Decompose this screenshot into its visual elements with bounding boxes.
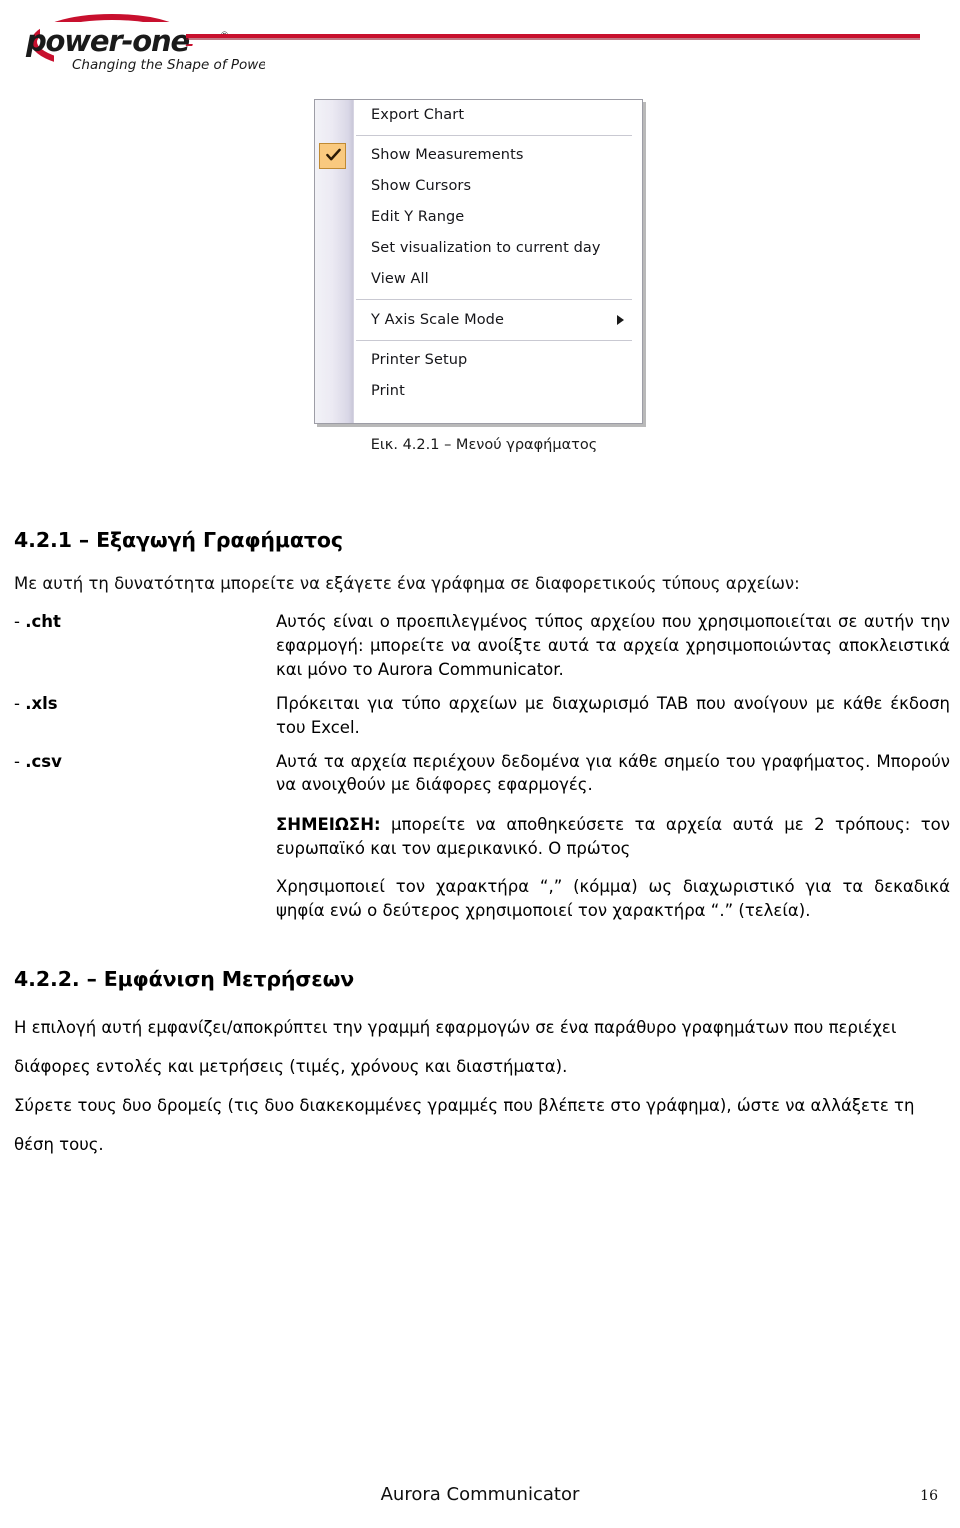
menu-item-print[interactable]: Print [354,376,642,407]
definition-description-cht: Αυτός είναι ο προεπιλεγμένος τύπος αρχεί… [276,611,950,679]
menu-item-export-chart[interactable]: Export Chart [354,100,642,131]
file-extension-label: .csv [25,751,62,771]
menu-item-list: Export Chart Show Measurements Show Curs… [354,100,642,423]
document-content: 4.2.1 – Εξαγωγή Γραφήματος Με αυτή τη δυ… [14,528,950,1167]
menu-item-set-visualization-to-current-day[interactable]: Set visualization to current day [354,233,642,264]
note-block: ΣΗΜΕΙΩΣΗ: μπορείτε να αποθηκεύσετε τα αρ… [276,813,950,923]
definition-description-xls: Πρόκειται για τύπο αρχείων με διαχωρισμό… [276,693,950,737]
file-type-definition-list: - .cht Αυτός είναι ο προεπιλεγμένος τύπο… [14,610,950,923]
footer-page-number: 16 [920,1488,938,1504]
menu-icon-gutter [315,100,354,423]
note-label: ΣΗΜΕΙΩΣΗ: [276,815,381,835]
menu-item-label: Export Chart [371,107,465,123]
menu-item-label: Show Measurements [371,147,524,163]
file-extension-label: .cht [25,611,61,631]
chevron-right-icon [617,315,624,325]
list-marker: - [14,693,20,713]
note-paragraph-1: ΣΗΜΕΙΩΣΗ: μπορείτε να αποθηκεύσετε τα αρ… [276,813,950,861]
show-measurements-checkbox[interactable] [319,143,346,169]
section-422-paragraph-2: διάφορες εντολές και μετρήσεις (τιμές, χ… [14,1057,568,1077]
checkmark-icon [326,148,341,161]
section-422-paragraph-3: Σύρετε τους δυο δρομείς (τις δυο διακεκο… [14,1096,915,1116]
section-heading-422: 4.2.2. – Εμφάνιση Μετρήσεων [14,967,355,992]
section-heading-421: 4.2.1 – Εξαγωγή Γραφήματος [14,528,343,552]
menu-item-label: Show Cursors [371,178,472,194]
logo-wordmark: power-one [25,24,189,58]
chart-context-menu-figure: Export Chart Show Measurements Show Curs… [314,99,646,427]
menu-item-edit-y-range[interactable]: Edit Y Range [354,202,642,233]
definition-row-xls: - .xls Πρόκειται για τύπο αρχείων με δια… [14,692,950,740]
list-marker: - [14,611,20,631]
menu-item-label: Set visualization to current day [371,240,601,256]
menu-item-y-axis-scale-mode[interactable]: Y Axis Scale Mode [354,304,642,336]
definition-term-cht: - .cht [14,610,276,634]
menu-item-label: Print [371,383,405,399]
header-rule-shadow [186,38,920,40]
page-footer: Aurora Communicator 16 [0,1484,960,1514]
note-paragraph-2: Χρησιμοποιεί τον χαρακτήρα “,” (κόμμα) ω… [276,877,950,921]
power-one-logo: power-one ® Changing the Shape of Power [20,12,265,74]
figure-caption: Εικ. 4.2.1 – Μενού γραφήματος [370,437,598,453]
menu-item-view-all[interactable]: View All [354,264,642,295]
page-header: power-one ® Changing the Shape of Power [0,0,960,92]
menu-separator [356,135,632,136]
logo-graphic: power-one ® Changing the Shape of Power [25,14,265,73]
menu-separator [356,299,632,300]
menu-item-label: Edit Y Range [371,209,465,225]
definition-description-csv: Αυτά τα αρχεία περιέχουν δεδομένα για κά… [276,751,950,795]
section-422-paragraph-1: Η επιλογή αυτή εμφανίζει/αποκρύπτει την … [14,1018,897,1038]
section-421-intro: Με αυτή τη δυνατότητα μπορείτε να εξάγετ… [14,574,800,593]
menu-item-show-cursors[interactable]: Show Cursors [354,171,642,202]
logo-tagline: Changing the Shape of Power [72,57,265,73]
menu-item-label: Y Axis Scale Mode [371,312,504,328]
menu-item-label: Printer Setup [371,352,468,368]
menu-item-printer-setup[interactable]: Printer Setup [354,345,642,376]
context-menu[interactable]: Export Chart Show Measurements Show Curs… [314,99,643,424]
definition-term-csv: - .csv [14,750,276,774]
section-422-paragraph-4: θέση τους. [14,1135,104,1155]
menu-item-show-measurements[interactable]: Show Measurements [354,140,642,171]
definition-term-xls: - .xls [14,692,276,716]
file-extension-label: .xls [25,693,58,713]
footer-title: Aurora Communicator [380,1484,580,1505]
definition-row-csv: - .csv Αυτά τα αρχεία περιέχουν δεδομένα… [14,750,950,798]
menu-item-label: View All [371,271,429,287]
definition-row-cht: - .cht Αυτός είναι ο προεπιλεγμένος τύπο… [14,610,950,682]
menu-separator [356,340,632,341]
list-marker: - [14,751,20,771]
